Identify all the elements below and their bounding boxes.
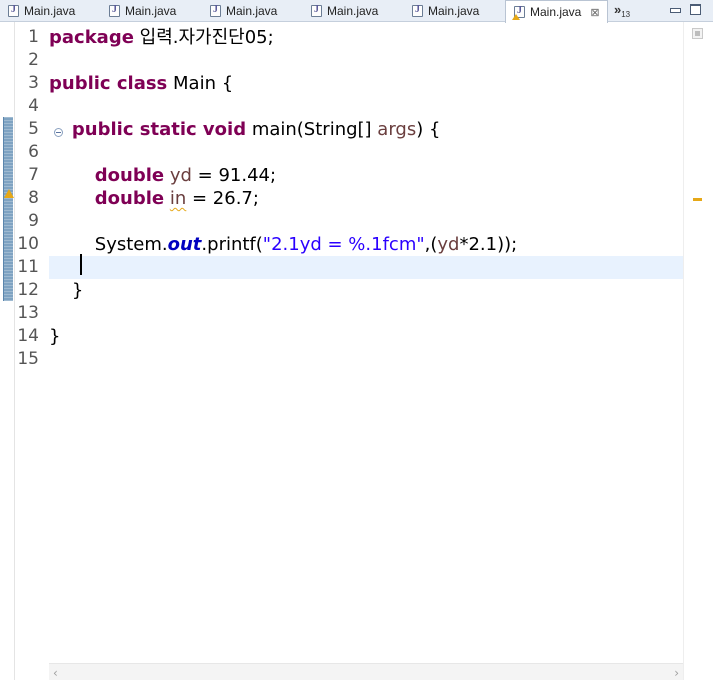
closing-brace: } [49,326,61,347]
tab-label: Main.java [24,4,76,18]
code-line-8: double in = 26.7; [49,187,683,210]
editor-tab-3[interactable]: Main.java [202,0,302,22]
warning-marker[interactable] [693,198,702,201]
tab-overflow-button[interactable]: »13 [614,2,630,19]
overview-ruler [683,22,713,680]
local-variable: yd [437,234,460,255]
scroll-left-icon[interactable]: ‹ [53,666,58,680]
line-number: 5 [28,119,39,139]
static-field: out [167,234,202,255]
code-editor[interactable]: 1 2 3 4 5 6 7 8 9 10 11 12 13 14 15 pack… [0,22,713,680]
line-number: 2 [28,50,39,70]
code-text-area[interactable]: package 입력.자가진단05; public class Main { p… [49,22,683,662]
tab-label: Main.java [226,4,278,18]
editor-tab-5[interactable]: Main.java [404,0,504,22]
editor-tab-2[interactable]: Main.java [101,0,201,22]
quick-diff-change-bar [3,117,13,301]
closing-brace: } [49,280,84,301]
java-file-icon [311,4,322,17]
keyword: double [94,165,165,186]
local-variable: yd [169,165,192,186]
scroll-right-icon[interactable]: › [674,666,679,680]
maximize-icon[interactable] [690,4,701,15]
line-number: 15 [17,349,39,369]
java-file-icon [210,4,221,17]
keyword: package [49,27,134,48]
line-number-gutter: 1 2 3 4 5 6 7 8 9 10 11 12 13 14 15 [16,22,63,680]
line-number: 11 [17,257,39,277]
string-literal: "2.1yd = %.1fcm" [262,234,425,255]
code-line-14: } [49,325,683,348]
line-number: 8 [28,188,39,208]
code-line-12: } [49,279,683,302]
line-number: 13 [17,303,39,323]
line-number: 14 [17,326,39,346]
line-number: 10 [17,234,39,254]
method-signature-end: ) { [416,119,441,140]
assignment: = 26.7; [186,188,259,209]
tab-label: Main.java [428,4,480,18]
tab-label: Main.java [530,5,582,19]
line-number: 1 [28,27,39,47]
minimize-icon[interactable] [669,4,681,15]
line-number: 9 [28,211,39,231]
class-name: System. [94,234,168,255]
code-line-5: public static void main(String[] args) { [49,118,683,141]
java-file-icon [8,4,19,17]
warning-icon[interactable] [4,189,14,198]
tab-label: Main.java [125,4,177,18]
close-tab-icon[interactable]: ⊠ [590,6,599,19]
java-file-icon [109,4,120,17]
code-line-10: System.out.printf("2.1yd = %.1fcm",(yd*2… [49,233,683,256]
editor-tab-active[interactable]: Main.java ⊠ [505,0,608,23]
line-number: 6 [28,142,39,162]
assignment: = 91.44; [191,165,277,186]
unused-variable-warning[interactable]: in [170,188,186,209]
java-file-warning-icon [512,5,525,20]
line-number: 4 [28,96,39,116]
line-number: 12 [17,280,39,300]
editor-tab-1[interactable]: Main.java [0,0,100,22]
text-caret [80,254,82,275]
line-number: 7 [28,165,39,185]
package-name: 입력.자가진단05; [133,27,274,48]
hidden-tab-count: 13 [621,10,631,19]
keyword: public class [49,73,168,94]
parameter: args [377,119,417,140]
keyword: public static void [71,119,247,140]
tab-label: Main.java [327,4,379,18]
horizontal-scrollbar[interactable]: ‹ › [49,663,683,680]
line-number: 3 [28,73,39,93]
method-signature: main(String[] [246,119,378,140]
keyword: double [94,188,165,209]
java-file-icon [412,4,423,17]
annotation-ruler [0,22,15,680]
overview-status-icon [692,28,703,39]
editor-tab-bar: Main.java Main.java Main.java Main.java … [0,0,713,23]
punctuation: ,( [424,234,438,255]
code-line-7: double yd = 91.44; [49,164,683,187]
current-line-highlight [49,256,683,279]
code-line-1: package 입력.자가진단05; [49,26,683,49]
expression-end: *2.1)); [459,234,518,255]
editor-tab-4[interactable]: Main.java [303,0,403,22]
method-call: .printf( [201,234,263,255]
code-line-3: public class Main { [49,72,683,95]
class-declaration: Main { [167,73,234,94]
